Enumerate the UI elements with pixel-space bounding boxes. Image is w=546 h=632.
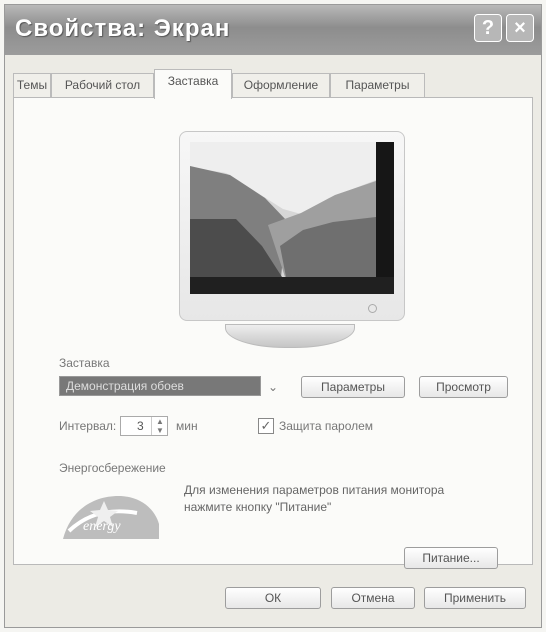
screensaver-group-label: Заставка (59, 356, 110, 370)
window-title: Свойства: Экран (15, 15, 231, 42)
screensaver-panel: Заставка Демонстрация обоев ⌄ Параметры … (13, 97, 533, 569)
preview-screen (190, 142, 394, 294)
cancel-button[interactable]: Отмена (331, 587, 415, 609)
title-bar: Свойства: Экран ? × (5, 5, 541, 55)
password-label: Защита паролем (279, 419, 374, 433)
landscape-preview-image (190, 142, 394, 294)
chevron-down-icon[interactable]: ⌄ (264, 378, 282, 396)
svg-text:energy: energy (83, 519, 121, 534)
power-button[interactable]: Питание... (404, 547, 498, 569)
help-button[interactable]: ? (474, 14, 502, 42)
monitor-stand (225, 324, 355, 348)
tab-appearance[interactable]: Оформление (232, 73, 330, 97)
power-description: Для изменения параметров питания монитор… (184, 483, 445, 514)
tab-screensaver[interactable]: Заставка (154, 69, 232, 99)
settings-button[interactable]: Параметры (301, 376, 405, 398)
monitor-preview (179, 131, 405, 321)
ok-button[interactable]: ОК (225, 587, 321, 609)
screensaver-select[interactable]: Демонстрация обоев (59, 376, 261, 396)
display-properties-window: Свойства: Экран ? × Темы Рабочий стол За… (4, 4, 542, 628)
password-checkbox[interactable]: ✓ (258, 418, 274, 434)
interval-label: Интервал: (59, 419, 117, 433)
energy-star-logo-icon: energy (59, 483, 161, 541)
close-button[interactable]: × (506, 14, 534, 42)
interval-unit: мин (176, 419, 198, 433)
spinner-arrows-icon[interactable]: ▲ ▼ (151, 417, 168, 435)
tab-settings[interactable]: Параметры (330, 73, 425, 97)
tab-desktop[interactable]: Рабочий стол (51, 73, 154, 97)
power-led-icon (368, 304, 377, 313)
tab-themes[interactable]: Темы (13, 73, 51, 97)
apply-button[interactable]: Применить (424, 587, 526, 609)
preview-button[interactable]: Просмотр (419, 376, 508, 398)
power-group-label: Энергосбережение (59, 461, 166, 475)
